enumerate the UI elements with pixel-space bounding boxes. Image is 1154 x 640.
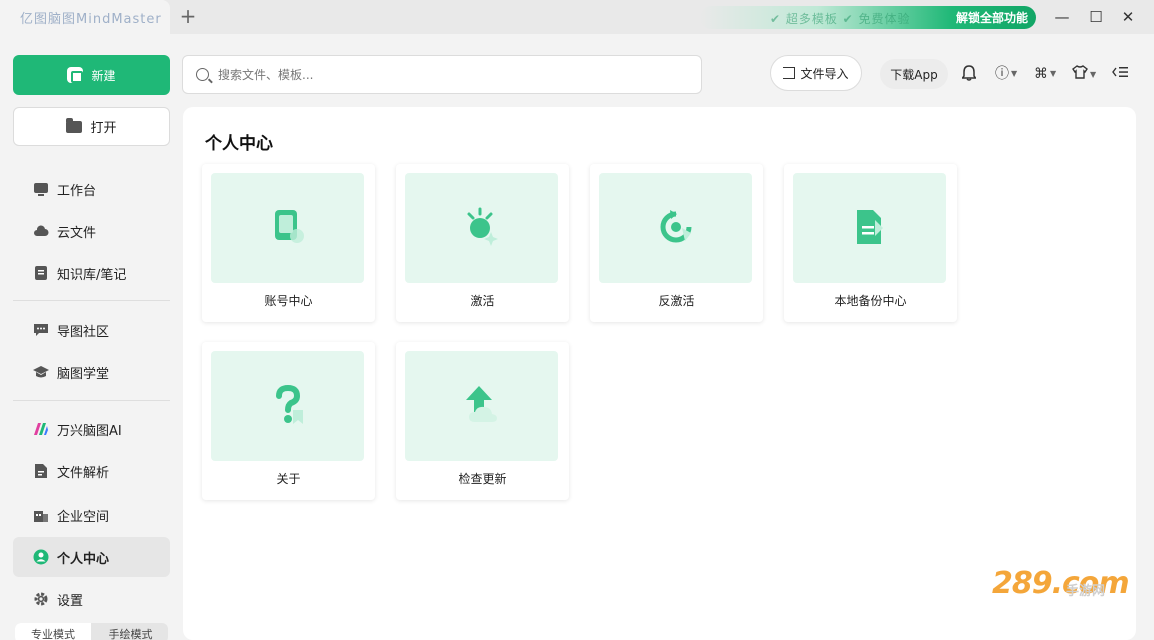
watermark-subtitle: 手游网 (1066, 584, 1106, 599)
card-about[interactable]: 关于 (202, 342, 375, 500)
collapse-panel-icon[interactable] (1112, 65, 1128, 83)
update-icon (466, 386, 497, 422)
sidebar-item-settings[interactable]: 设置 (13, 579, 170, 619)
promo-marquee-text: ✔ 超多模板 ✔ 免费体验 (770, 12, 911, 26)
card-illustration (211, 351, 364, 461)
cloud-icon (34, 225, 49, 236)
download-app-button[interactable]: 下载App (880, 59, 948, 89)
card-activate[interactable]: 激活 (396, 164, 569, 322)
import-icon (783, 67, 796, 79)
skin-menu[interactable]: ▼ (1072, 65, 1096, 83)
sidebar-item-label: 文件解析 (57, 465, 110, 481)
add-tab-button[interactable]: + (178, 6, 198, 26)
search-bar[interactable] (182, 55, 702, 94)
card-illustration (405, 351, 558, 461)
sidebar-divider (13, 400, 170, 401)
new-button[interactable]: 新建 (13, 55, 170, 95)
new-file-icon (67, 67, 84, 83)
unlock-promo-banner[interactable]: ✔ 超多模板 ✔ 免费体验 解锁全部功能 (700, 6, 1036, 29)
card-illustration (793, 173, 946, 283)
sidebar-item-label: 云文件 (57, 225, 97, 241)
main-panel: 个人中心 账号中心 激活 反激活 本地备份中心 关于 检查更新 (183, 107, 1136, 640)
watermark-logo: 289.com (992, 566, 1130, 601)
sidebar-item-community[interactable]: 导图社区 (13, 310, 170, 350)
graduation-cap-icon (33, 366, 49, 378)
activate-icon (467, 207, 498, 246)
sidebar-item-personal-center[interactable]: 个人中心 (13, 537, 170, 577)
notebook-icon (35, 266, 47, 280)
help-icon: ⓘ (995, 66, 1009, 82)
folder-icon (66, 117, 83, 133)
sidebar-item-label: 导图社区 (57, 324, 110, 340)
help-menu[interactable]: ⓘ ▼ (995, 65, 1017, 83)
sidebar: 新建 打开 工作台 云文件 知识库/笔记 导图社区 脑图学堂 万兴脑图AI 文件… (0, 34, 183, 640)
about-icon (276, 384, 303, 424)
sidebar-item-knowledge[interactable]: 知识库/笔记 (13, 253, 170, 293)
mode-switcher: 专业模式 手绘模式 (15, 623, 168, 640)
card-deactivate[interactable]: 反激活 (590, 164, 763, 322)
deactivate-icon (660, 210, 692, 243)
card-label: 关于 (276, 472, 301, 486)
card-account-center[interactable]: 账号中心 (202, 164, 375, 322)
title-bar: 亿图脑图MindMaster + ✔ 超多模板 ✔ 免费体验 解锁全部功能 — … (0, 0, 1154, 34)
sidebar-item-label: 知识库/笔记 (57, 267, 127, 283)
page-title: 个人中心 (205, 134, 273, 154)
card-label: 检查更新 (458, 472, 507, 486)
unlock-all-features-button[interactable]: 解锁全部功能 (956, 9, 1028, 26)
search-input[interactable] (218, 67, 658, 82)
sidebar-item-label: 万兴脑图AI (57, 423, 122, 439)
open-button[interactable]: 打开 (13, 107, 170, 146)
app-tab[interactable]: 亿图脑图MindMaster (0, 0, 170, 34)
bell-icon[interactable] (961, 65, 977, 83)
card-illustration (405, 173, 558, 283)
card-label: 反激活 (658, 294, 695, 308)
tab-professional-mode[interactable]: 专业模式 (15, 623, 91, 640)
user-icon (33, 549, 49, 565)
import-file-label: 文件导入 (800, 66, 849, 81)
sidebar-item-workbench[interactable]: 工作台 (13, 169, 170, 209)
card-label: 激活 (470, 294, 495, 308)
chevron-down-icon: ▼ (1090, 70, 1097, 79)
community-icon (34, 324, 48, 336)
open-button-label: 打开 (90, 121, 117, 136)
account-icon (275, 210, 304, 243)
minimize-button[interactable]: — (1052, 7, 1072, 27)
sidebar-item-enterprise[interactable]: 企业空间 (13, 495, 170, 535)
sidebar-item-label: 工作台 (57, 183, 97, 199)
enterprise-icon (34, 511, 48, 522)
sidebar-item-file-parse[interactable]: 文件解析 (13, 451, 170, 491)
backup-icon (857, 210, 883, 244)
sidebar-item-ai[interactable]: 万兴脑图AI (13, 409, 170, 449)
card-illustration (211, 173, 364, 283)
file-parse-icon (35, 464, 47, 478)
new-button-label: 新建 (91, 68, 116, 83)
sidebar-item-cloud-files[interactable]: 云文件 (13, 211, 170, 251)
search-icon (196, 68, 209, 81)
sidebar-item-academy[interactable]: 脑图学堂 (13, 352, 170, 392)
workbench-icon (34, 183, 48, 196)
sidebar-item-label: 个人中心 (57, 551, 110, 567)
chevron-down-icon: ▼ (1011, 69, 1018, 78)
card-label: 本地备份中心 (834, 294, 907, 308)
chevron-down-icon: ▼ (1050, 69, 1057, 78)
sidebar-divider (13, 300, 170, 301)
card-illustration (599, 173, 752, 283)
import-file-button[interactable]: 文件导入 (770, 55, 862, 91)
sidebar-item-label: 企业空间 (57, 509, 110, 525)
apps-menu[interactable]: ⌘ ▼ (1034, 65, 1056, 83)
sidebar-item-label: 设置 (57, 593, 84, 609)
sidebar-item-label: 脑图学堂 (57, 366, 110, 382)
apps-grid-icon: ⌘ (1034, 66, 1048, 82)
close-button[interactable]: ✕ (1118, 7, 1138, 27)
card-label: 账号中心 (264, 294, 313, 308)
card-local-backup[interactable]: 本地备份中心 (784, 164, 957, 322)
ai-logo-icon (34, 423, 48, 435)
shirt-icon (1072, 65, 1088, 79)
tab-title: 亿图脑图MindMaster (20, 11, 162, 27)
card-check-update[interactable]: 检查更新 (396, 342, 569, 500)
maximize-button[interactable]: ☐ (1086, 7, 1106, 27)
gear-icon (34, 592, 48, 606)
tab-handdrawn-mode[interactable]: 手绘模式 (93, 623, 168, 640)
